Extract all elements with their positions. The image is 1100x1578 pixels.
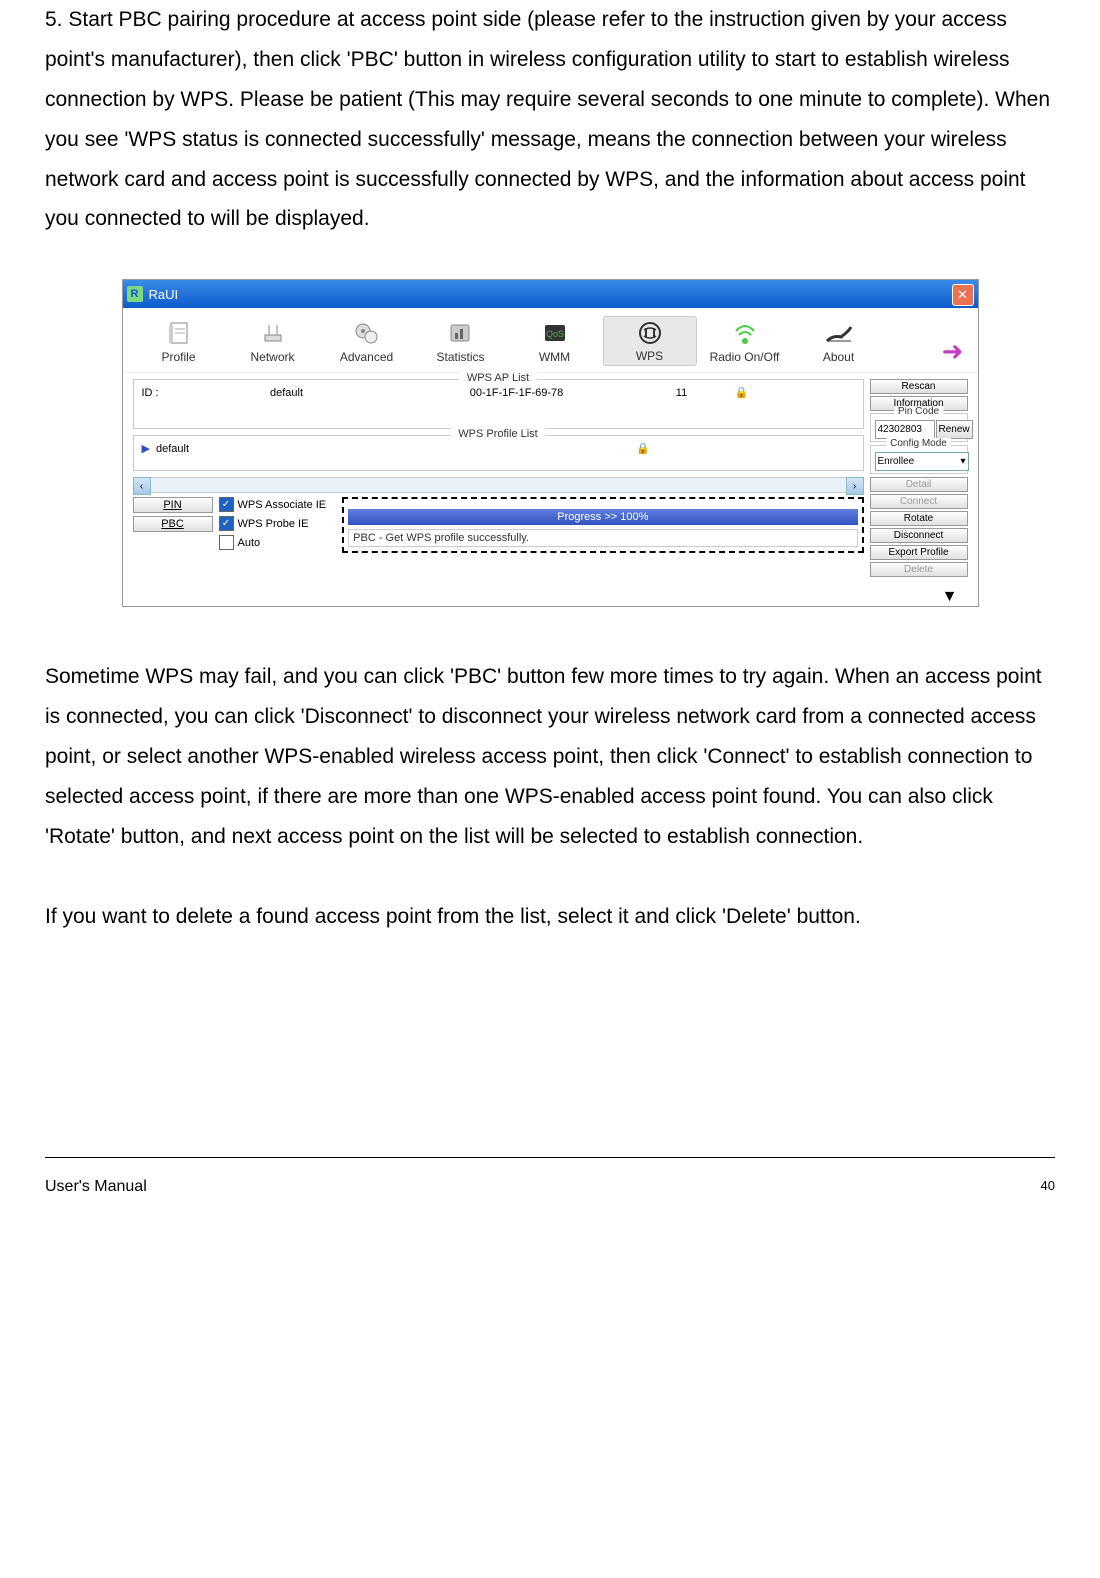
checkbox-icon xyxy=(219,535,234,550)
progress-area: Progress >> 100% PBC - Get WPS profile s… xyxy=(342,497,863,553)
ap-channel: 11 xyxy=(642,387,722,399)
connect-button[interactable]: Connect xyxy=(870,494,968,509)
tab-wmm[interactable]: QoS WMM xyxy=(509,318,601,366)
tab-wps-label: WPS xyxy=(636,349,663,363)
tab-wps[interactable]: WPS xyxy=(603,316,697,366)
id-label: ID : xyxy=(142,387,182,399)
wmm-icon: QoS xyxy=(539,320,571,348)
ap-row[interactable]: ID : default 00-1F-1F-1F-69-78 11 🔒 xyxy=(140,383,857,402)
tab-statistics-label: Statistics xyxy=(436,350,484,364)
configmode-fieldset: Config Mode Enrollee ▾ xyxy=(870,445,968,474)
tab-network[interactable]: Network xyxy=(227,318,319,366)
tab-network-label: Network xyxy=(250,350,294,364)
footer-page: 40 xyxy=(1041,1178,1055,1196)
play-icon: ▶ xyxy=(142,442,150,455)
tab-profile-label: Profile xyxy=(161,350,195,364)
assoc-ie-checkbox[interactable]: ✓ WPS Associate IE xyxy=(219,497,327,512)
rotate-button[interactable]: Rotate xyxy=(870,511,968,526)
profile-row[interactable]: ▶ default 🔒 xyxy=(140,439,857,458)
ap-ssid: default xyxy=(182,387,392,399)
probe-ie-checkbox[interactable]: ✓ WPS Probe IE xyxy=(219,516,327,531)
pin-button[interactable]: PIN xyxy=(133,497,213,513)
statistics-icon xyxy=(445,320,477,348)
tab-advanced[interactable]: Advanced xyxy=(321,318,413,366)
renew-button[interactable]: Renew xyxy=(936,420,973,439)
auto-label: Auto xyxy=(238,537,261,549)
profile-name: default xyxy=(156,443,636,455)
svg-text:QoS: QoS xyxy=(545,329,563,339)
next-arrow-icon[interactable]: ➜ xyxy=(938,336,968,366)
assoc-ie-label: WPS Associate IE xyxy=(238,499,327,511)
tab-advanced-label: Advanced xyxy=(340,350,393,364)
checkbox-icon: ✓ xyxy=(219,516,234,531)
export-profile-button[interactable]: Export Profile xyxy=(870,545,968,560)
wps-profile-list-fieldset: WPS Profile List ▶ default 🔒 xyxy=(133,435,864,471)
ap-mac: 00-1F-1F-1F-69-78 xyxy=(392,387,642,399)
footer: User's Manual 40 xyxy=(45,1157,1055,1216)
profile-icon xyxy=(163,320,195,348)
scroll-track[interactable] xyxy=(151,477,846,493)
paragraph-1: 5. Start PBC pairing procedure at access… xyxy=(45,0,1055,239)
disconnect-button[interactable]: Disconnect xyxy=(870,528,968,543)
rescan-button[interactable]: Rescan xyxy=(870,379,968,394)
chevron-down-icon: ▾ xyxy=(960,456,965,467)
tab-profile[interactable]: Profile xyxy=(133,318,225,366)
close-icon[interactable]: ✕ xyxy=(952,284,974,306)
configmode-label: Config Mode xyxy=(886,438,951,449)
tab-radio-label: Radio On/Off xyxy=(710,350,780,364)
footer-title: User's Manual xyxy=(45,1178,147,1196)
about-icon xyxy=(823,320,855,348)
expand-down-icon[interactable]: ▼ xyxy=(123,588,978,606)
app-icon: R xyxy=(127,286,143,302)
lock-icon: 🔒 xyxy=(636,442,676,455)
progress-bar: Progress >> 100% xyxy=(348,509,857,525)
scroll-left-icon[interactable]: ‹ xyxy=(133,477,151,495)
tab-statistics[interactable]: Statistics xyxy=(415,318,507,366)
configmode-dropdown[interactable]: Enrollee ▾ xyxy=(875,452,969,471)
checkbox-icon: ✓ xyxy=(219,497,234,512)
advanced-icon xyxy=(351,320,383,348)
lock-icon: 🔒 xyxy=(722,386,762,399)
probe-ie-label: WPS Probe IE xyxy=(238,518,309,530)
detail-button[interactable]: Detail xyxy=(870,477,968,492)
tab-radio[interactable]: Radio On/Off xyxy=(699,318,791,366)
scrollbar[interactable]: ‹ › xyxy=(133,477,864,493)
raui-screenshot: R RaUI ✕ Profile Network Advanc xyxy=(122,279,979,607)
wps-icon xyxy=(634,319,666,347)
toolbar: Profile Network Advanced Statistics xyxy=(123,308,978,373)
tab-about-label: About xyxy=(823,350,854,364)
app-title: RaUI xyxy=(149,287,179,302)
tab-about[interactable]: About xyxy=(793,318,885,366)
delete-button[interactable]: Delete xyxy=(870,562,968,577)
wps-ap-list-fieldset: WPS AP List ID : default 00-1F-1F-1F-69-… xyxy=(133,379,864,429)
paragraph-3: If you want to delete a found access poi… xyxy=(45,897,1055,937)
titlebar: R RaUI ✕ xyxy=(123,280,978,308)
auto-checkbox[interactable]: Auto xyxy=(219,535,327,550)
configmode-value: Enrollee xyxy=(878,456,915,467)
wps-profile-list-label: WPS Profile List xyxy=(450,428,545,440)
pincode-input[interactable] xyxy=(875,420,935,439)
network-icon xyxy=(257,320,289,348)
scroll-right-icon[interactable]: › xyxy=(846,477,864,495)
tab-wmm-label: WMM xyxy=(539,350,570,364)
wps-ap-list-label: WPS AP List xyxy=(459,372,537,384)
pbc-button[interactable]: PBC xyxy=(133,516,213,532)
radio-icon xyxy=(729,320,761,348)
progress-status: PBC - Get WPS profile successfully. xyxy=(348,529,857,547)
pincode-label: Pin Code xyxy=(894,406,943,417)
paragraph-2: Sometime WPS may fail, and you can click… xyxy=(45,657,1055,856)
